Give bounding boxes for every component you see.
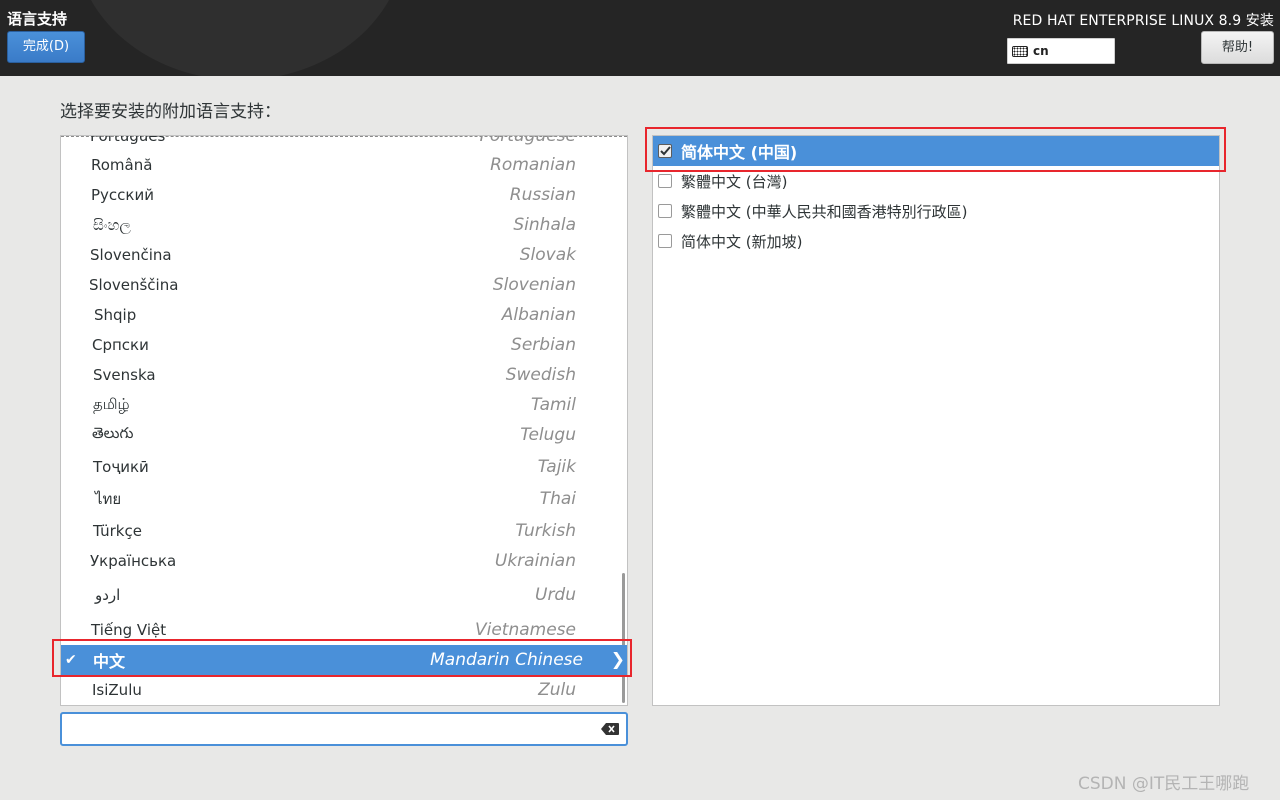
language-row[interactable]: Svenska Swedish	[61, 360, 627, 390]
language-row[interactable]: Türkçe Turkish	[61, 516, 627, 546]
locale-row[interactable]: 简体中文 (新加坡)	[653, 226, 1219, 256]
locale-label: 简体中文 (新加坡)	[681, 232, 803, 251]
language-native-name: Türkçe	[93, 522, 142, 540]
language-native-name: Українська	[90, 552, 177, 570]
language-search-input[interactable]	[62, 714, 582, 744]
language-english-name: Urdu	[535, 585, 576, 605]
language-english-name: Sinhala	[513, 215, 576, 235]
language-native-name: தமிழ்	[93, 395, 130, 413]
locale-checkbox[interactable]	[658, 204, 672, 218]
language-native-name: Тоҷикӣ	[93, 458, 149, 476]
language-english-name: Tajik	[537, 457, 576, 477]
keyboard-layout-label: cn	[1033, 44, 1049, 58]
language-english-name: Tamil	[530, 395, 576, 415]
language-row[interactable]: සිංහල Sinhala	[61, 210, 627, 240]
language-native-name: IsiZulu	[92, 681, 142, 699]
header-bar: 语言支持 完成(D) RED HAT ENTERPRISE LINUX 8.9 …	[0, 0, 1280, 76]
check-icon: ✔	[65, 652, 77, 668]
language-native-name: Română	[91, 156, 153, 174]
header-decoration	[75, 0, 405, 76]
language-row[interactable]: Tiếng Việt Vietnamese	[61, 615, 627, 645]
language-row[interactable]: IsiZulu Zulu	[61, 675, 627, 705]
language-row[interactable]: ไทย Thai	[61, 484, 627, 514]
language-english-name: Thai	[539, 489, 576, 509]
language-native-name: Tiếng Việt	[91, 621, 167, 639]
locale-checkbox[interactable]	[658, 174, 672, 188]
spoke-title: 语言支持	[7, 10, 68, 28]
language-english-name: Serbian	[511, 335, 576, 355]
language-english-name: Slovenian	[492, 275, 576, 295]
language-english-name: Telugu	[520, 425, 576, 445]
locale-checkbox[interactable]	[658, 144, 672, 158]
language-row[interactable]: Slovenščina Slovenian	[61, 270, 627, 300]
language-native-name: Српски	[92, 336, 149, 354]
done-button[interactable]: 完成(D)	[7, 31, 85, 63]
language-english-name: Romanian	[490, 155, 576, 175]
language-english-name: Turkish	[515, 521, 576, 541]
language-english-name: Swedish	[505, 365, 576, 385]
language-english-name: Ukrainian	[494, 551, 576, 571]
language-row[interactable]: తెలుగు Telugu	[61, 420, 627, 450]
language-row[interactable]: Српски Serbian	[61, 330, 627, 360]
language-english-name: Slovak	[519, 245, 576, 265]
language-row[interactable]: Slovenčina Slovak	[61, 240, 627, 270]
language-native-name: ไทย	[95, 490, 122, 508]
locale-label: 繁體中文 (中華人民共和國香港特別行政區)	[681, 202, 968, 221]
language-english-name: Vietnamese	[474, 620, 576, 640]
locale-list[interactable]: 简体中文 (中国) 繁體中文 (台灣) 繁體中文 (中華人民共和國香港特別行政區) 简…	[652, 135, 1220, 706]
language-native-name: සිංහල	[93, 216, 131, 234]
language-row[interactable]: தமிழ் Tamil	[61, 390, 627, 420]
language-english-name: Mandarin Chinese	[430, 650, 583, 670]
language-native-name: Shqip	[94, 306, 137, 324]
language-english-name: Zulu	[538, 680, 576, 700]
language-row[interactable]: Тоҷикӣ Tajik	[61, 452, 627, 482]
language-search-field[interactable]	[60, 712, 628, 746]
language-native-name: Slovenščina	[89, 276, 179, 294]
locale-row[interactable]: 繁體中文 (台灣)	[653, 166, 1219, 196]
locale-row[interactable]: 简体中文 (中国)	[653, 136, 1219, 166]
language-english-name: Russian	[509, 185, 576, 205]
keyboard-layout-indicator[interactable]: cn	[1007, 38, 1115, 64]
chevron-right-icon: ❯	[610, 650, 625, 670]
language-english-name: Portuguese	[479, 135, 576, 146]
keyboard-icon	[1012, 45, 1028, 57]
language-row[interactable]: Українська Ukrainian	[61, 546, 627, 576]
language-native-name: తెలుగు	[92, 424, 134, 442]
language-row[interactable]: Русский Russian	[61, 180, 627, 210]
language-prompt: 选择要安装的附加语言支持：	[60, 102, 281, 122]
language-english-name: Albanian	[501, 305, 576, 325]
product-title: RED HAT ENTERPRISE LINUX 8.9 安装	[1012, 13, 1274, 29]
watermark: CSDN @IT民工王哪跑	[1078, 774, 1250, 794]
clear-input-icon[interactable]	[601, 723, 619, 735]
language-row[interactable]: Shqip Albanian	[61, 300, 627, 330]
language-native-name: Slovenčina	[90, 246, 172, 264]
locale-checkbox[interactable]	[658, 234, 672, 248]
language-native-name: Português	[90, 135, 166, 145]
locale-row[interactable]: 繁體中文 (中華人民共和國香港特別行政區)	[653, 196, 1219, 226]
language-native-name: اردو	[95, 586, 121, 604]
language-native-name: 中文	[93, 652, 126, 671]
checkbox-check-icon	[659, 146, 671, 156]
language-row[interactable]: Português Portuguese	[61, 135, 627, 151]
language-native-name: Русский	[91, 186, 154, 204]
language-native-name: Svenska	[93, 366, 156, 384]
language-list[interactable]: Português Portuguese Română Romanian Русский…	[60, 135, 628, 706]
help-button[interactable]: 帮助!	[1201, 31, 1274, 64]
language-row-selected[interactable]: ✔ 中文 Mandarin Chinese ❯	[61, 645, 627, 675]
language-row[interactable]: Română Romanian	[61, 150, 627, 180]
language-row[interactable]: اردو Urdu	[61, 580, 627, 610]
locale-label: 简体中文 (中国)	[681, 143, 798, 162]
locale-label: 繁體中文 (台灣)	[681, 172, 788, 191]
